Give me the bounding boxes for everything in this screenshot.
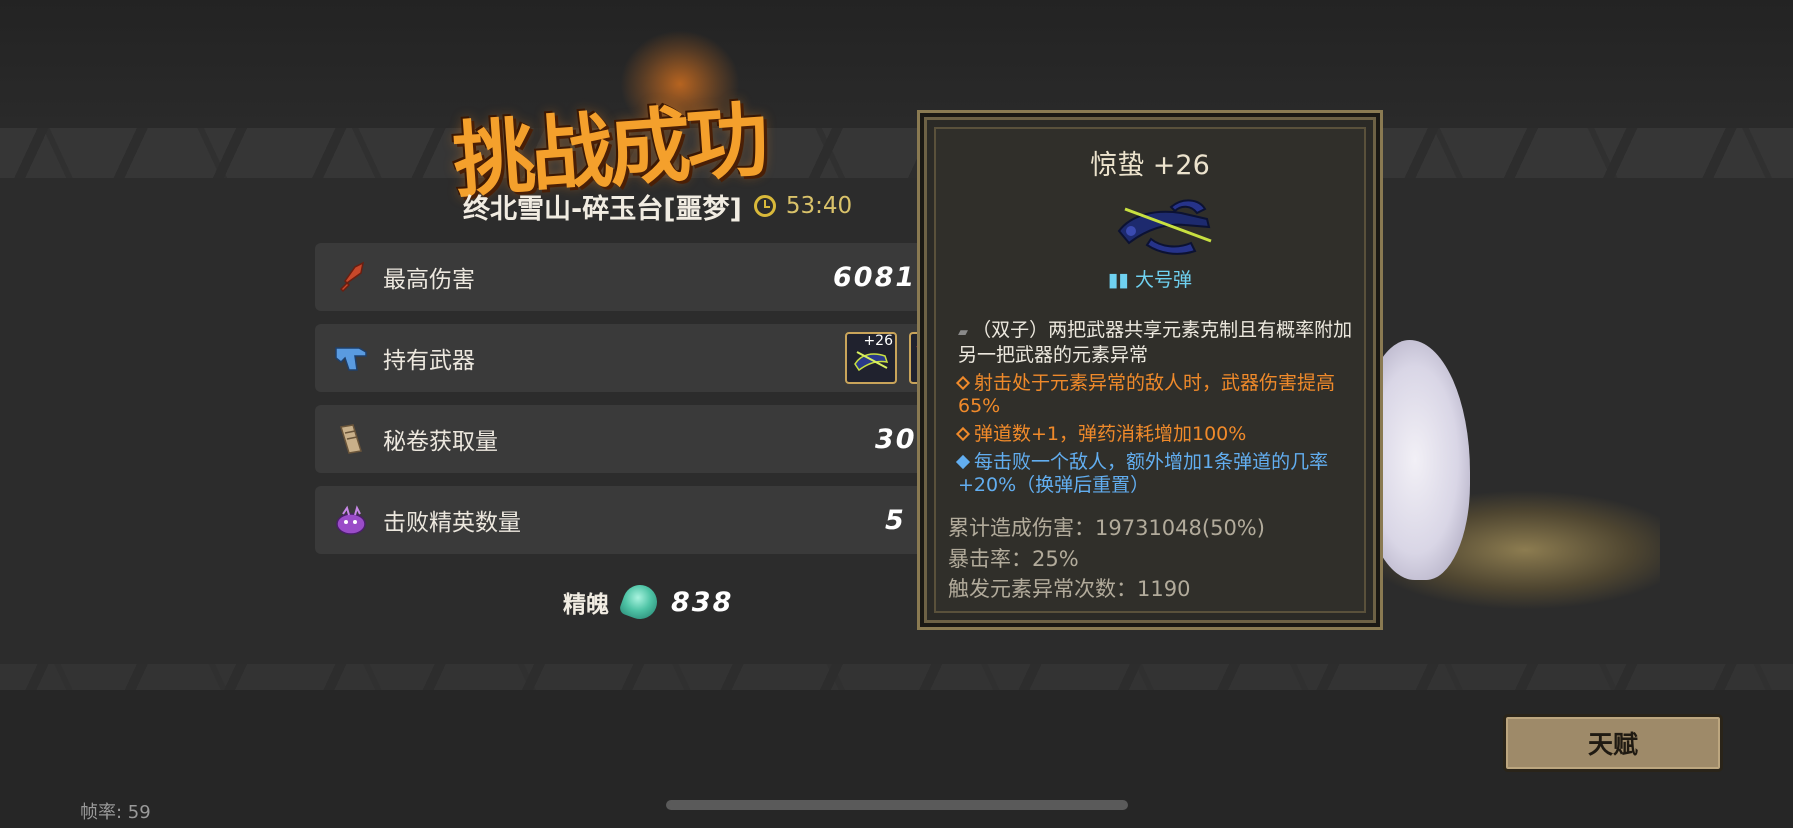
- weapon-tooltip: 惊蛰 +26 ▮▮ 大号弹 ▰ （双子）两把武器共享元素克制且有概率附加另一把武…: [920, 113, 1380, 627]
- effect-desc-text: （双子）两把武器共享元素克制且有概率附加另一把武器的元素异常: [958, 319, 1353, 366]
- result-title: 挑战成功: [449, 91, 768, 210]
- effect-2-text: 弹道数+1，弹药消耗增加100%: [974, 423, 1247, 445]
- effect-2: 弹道数+1，弹药消耗增加100%: [955, 423, 1368, 446]
- stat-label: 持有武器: [383, 348, 475, 374]
- effect-1-text: 射击处于元素异常的敌人时，武器伤害提高65%: [958, 372, 1336, 417]
- crossbow-weapon-icon: [1111, 187, 1221, 259]
- bullet-icon: ▮▮: [1108, 269, 1135, 291]
- stat-value: 30: [875, 423, 917, 455]
- home-indicator[interactable]: [666, 800, 1128, 810]
- soul-reward: 精魄 838: [563, 580, 733, 624]
- stat-row-scrolls: 秘卷获取量 30: [315, 405, 955, 473]
- diamond-icon: [955, 375, 971, 391]
- total-damage: 累计造成伤害：19731048(50%): [948, 516, 1265, 540]
- dagger-icon: [331, 257, 371, 297]
- top-background: [0, 0, 1793, 128]
- stat-row-weapons: 持有武器 +26: [315, 324, 955, 392]
- fps-counter: 帧率: 59: [80, 802, 151, 823]
- stage-time: 53:40: [785, 193, 853, 219]
- effect-3: 每击败一个敌人，额外增加1条弹道的几率+20%（换弹后重置）: [955, 451, 1368, 497]
- tooltip-stats: 累计造成伤害：19731048(50%) 暴击率：25% 触发元素异常次数：11…: [948, 513, 1368, 605]
- stat-row-max-damage: 最高伤害 608195: [315, 243, 956, 311]
- stat-label: 击败精英数量: [383, 510, 521, 536]
- diamond-icon: [955, 426, 971, 442]
- ammo-type: ▮▮ 大号弹: [936, 265, 1364, 292]
- soul-value: 838: [671, 586, 734, 618]
- tooltip-inner: 惊蛰 +26 ▮▮ 大号弹 ▰ （双子）两把武器共享元素克制且有概率附加另一把武…: [934, 127, 1366, 613]
- stat-label: 秘卷获取量: [383, 429, 498, 455]
- effect-desc: ▰ （双子）两把武器共享元素克制且有概率附加另一把武器的元素异常: [958, 319, 1368, 367]
- gun-icon: [331, 338, 371, 378]
- stage-info: 终北雪山-碎玉台[噩梦] 53:40: [463, 188, 853, 225]
- ammo-type-label: 大号弹: [1134, 269, 1192, 291]
- clock-icon: [753, 195, 776, 217]
- diamond-icon: [955, 454, 971, 470]
- stat-label: 最高伤害: [383, 267, 475, 293]
- scroll-icon: [331, 419, 371, 459]
- stat-value: 5: [885, 504, 906, 536]
- decor-band-top: [0, 128, 1793, 178]
- weapon-slot-1[interactable]: +26: [845, 332, 897, 384]
- effect-1: 射击处于元素异常的敌人时，武器伤害提高65%: [955, 372, 1368, 418]
- tooltip-effects: ▰ （双子）两把武器共享元素克制且有概率附加另一把武器的元素异常 射击处于元素异…: [955, 319, 1368, 502]
- element-trigger-count: 触发元素异常次数：1190: [948, 577, 1191, 601]
- decor-band-bottom: [0, 664, 1793, 690]
- wing-icon: ▰: [958, 325, 973, 340]
- effect-3-text: 每击败一个敌人，额外增加1条弹道的几率+20%（换弹后重置）: [958, 451, 1329, 496]
- tooltip-weapon-name: 惊蛰 +26: [1090, 150, 1210, 181]
- soul-gem-icon: [618, 580, 662, 624]
- stage-name: 终北雪山-碎玉台[噩梦]: [463, 193, 742, 225]
- weapon-level: +26: [863, 333, 893, 349]
- stat-row-elites: 击败精英数量 5: [315, 486, 955, 554]
- elite-monster-icon: [331, 500, 371, 540]
- talent-button[interactable]: 天赋: [1503, 714, 1723, 772]
- crit-rate: 暴击率：25%: [948, 546, 1079, 571]
- soul-label: 精魄: [563, 592, 609, 618]
